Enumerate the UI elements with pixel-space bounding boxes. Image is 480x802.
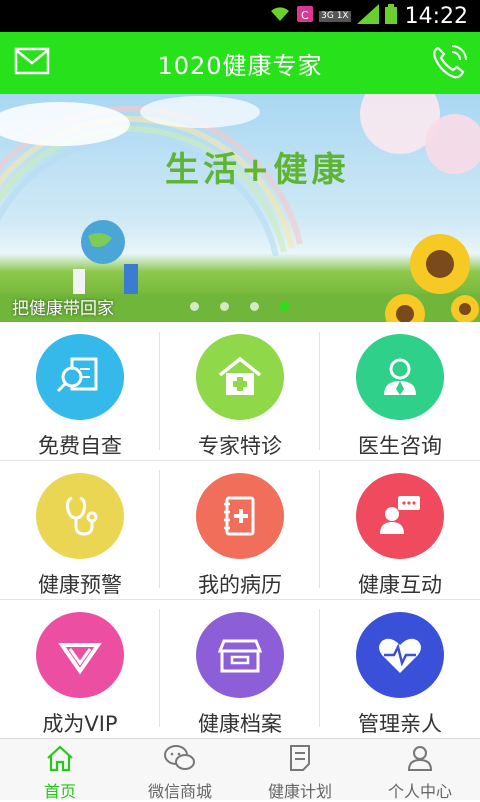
wifi-icon (269, 5, 291, 27)
phone-icon[interactable] (430, 44, 468, 84)
chat-people-icon (356, 473, 444, 559)
grid-item-self-check[interactable]: 免费自查 (0, 322, 160, 460)
clinic-house-icon (196, 334, 284, 420)
signal-icon (356, 4, 379, 28)
wechat-icon (163, 744, 197, 776)
search-document-icon (36, 334, 124, 420)
svg-text:C: C (301, 9, 309, 22)
grid-item-alert[interactable]: 健康预警 (0, 461, 160, 599)
doctor-icon (356, 334, 444, 420)
grid-item-label: 健康互动 (358, 573, 442, 597)
grid-item-expert[interactable]: 专家特诊 (160, 322, 320, 460)
grid-item-label: 医生咨询 (358, 434, 442, 458)
tab-home[interactable]: 首页 (0, 739, 120, 801)
tab-label: 健康计划 (267, 782, 332, 801)
stethoscope-icon (36, 473, 124, 559)
grid-item-label: 健康档案 (198, 712, 282, 736)
user-icon (406, 744, 434, 776)
promo-banner[interactable]: 生活+健康 把健康带回家 (0, 94, 480, 322)
carousel-dot[interactable] (220, 302, 229, 311)
clock: 14:22 (404, 3, 468, 29)
carousel-dot[interactable] (190, 302, 199, 311)
grid-item-label: 专家特诊 (198, 434, 282, 458)
tab-label: 微信商城 (147, 782, 212, 801)
page-title: 1020健康专家 (157, 51, 323, 80)
plan-document-icon (287, 744, 313, 776)
grid-item-doctor[interactable]: 医生咨询 (320, 322, 480, 460)
mail-icon[interactable] (14, 46, 50, 80)
grid-item-vip[interactable]: 成为VIP (0, 600, 160, 738)
grid-item-family[interactable]: 管理亲人 (320, 600, 480, 738)
battery-icon (384, 4, 397, 28)
tab-wechat-mall[interactable]: 微信商城 (120, 739, 240, 801)
status-bar: C 3G 1X 14:22 (0, 0, 480, 32)
carousel-dot-active[interactable] (280, 302, 289, 311)
bottom-tab-bar: 首页 微信商城 健康计划 个人中心 (0, 738, 480, 801)
tab-profile[interactable]: 个人中心 (360, 739, 480, 801)
grid-item-label: 我的病历 (198, 573, 282, 597)
grid-item-archive[interactable]: 健康档案 (160, 600, 320, 738)
grid-item-label: 成为VIP (42, 712, 118, 736)
grid-item-label: 健康预警 (38, 573, 122, 597)
grid-item-records[interactable]: 我的病历 (160, 461, 320, 599)
archive-box-icon (196, 612, 284, 698)
grid-item-label: 免费自查 (38, 434, 122, 458)
tab-health-plan[interactable]: 健康计划 (240, 739, 360, 801)
tab-label: 首页 (43, 782, 76, 801)
grid-item-interaction[interactable]: 健康互动 (320, 461, 480, 599)
network-type-icon: 3G 1X (319, 10, 351, 22)
grid-item-label: 管理亲人 (358, 712, 442, 736)
app-header: 1020健康专家 (0, 32, 480, 94)
tab-label: 个人中心 (387, 782, 452, 801)
banner-caption: 把健康带回家 (12, 299, 114, 319)
medical-record-icon (196, 473, 284, 559)
vip-diamond-icon (36, 612, 124, 698)
app-notification-icon: C (297, 5, 314, 27)
carousel-dot[interactable] (250, 302, 259, 311)
banner-slogan: 生活+健康 (165, 150, 350, 190)
home-icon (45, 744, 75, 776)
carousel-indicator (190, 302, 310, 311)
feature-grid: 免费自查 专家特诊 医生咨询 健康预警 我的病历 健康互动 成为VIP 健康档案… (0, 322, 480, 738)
heart-monitor-icon (356, 612, 444, 698)
